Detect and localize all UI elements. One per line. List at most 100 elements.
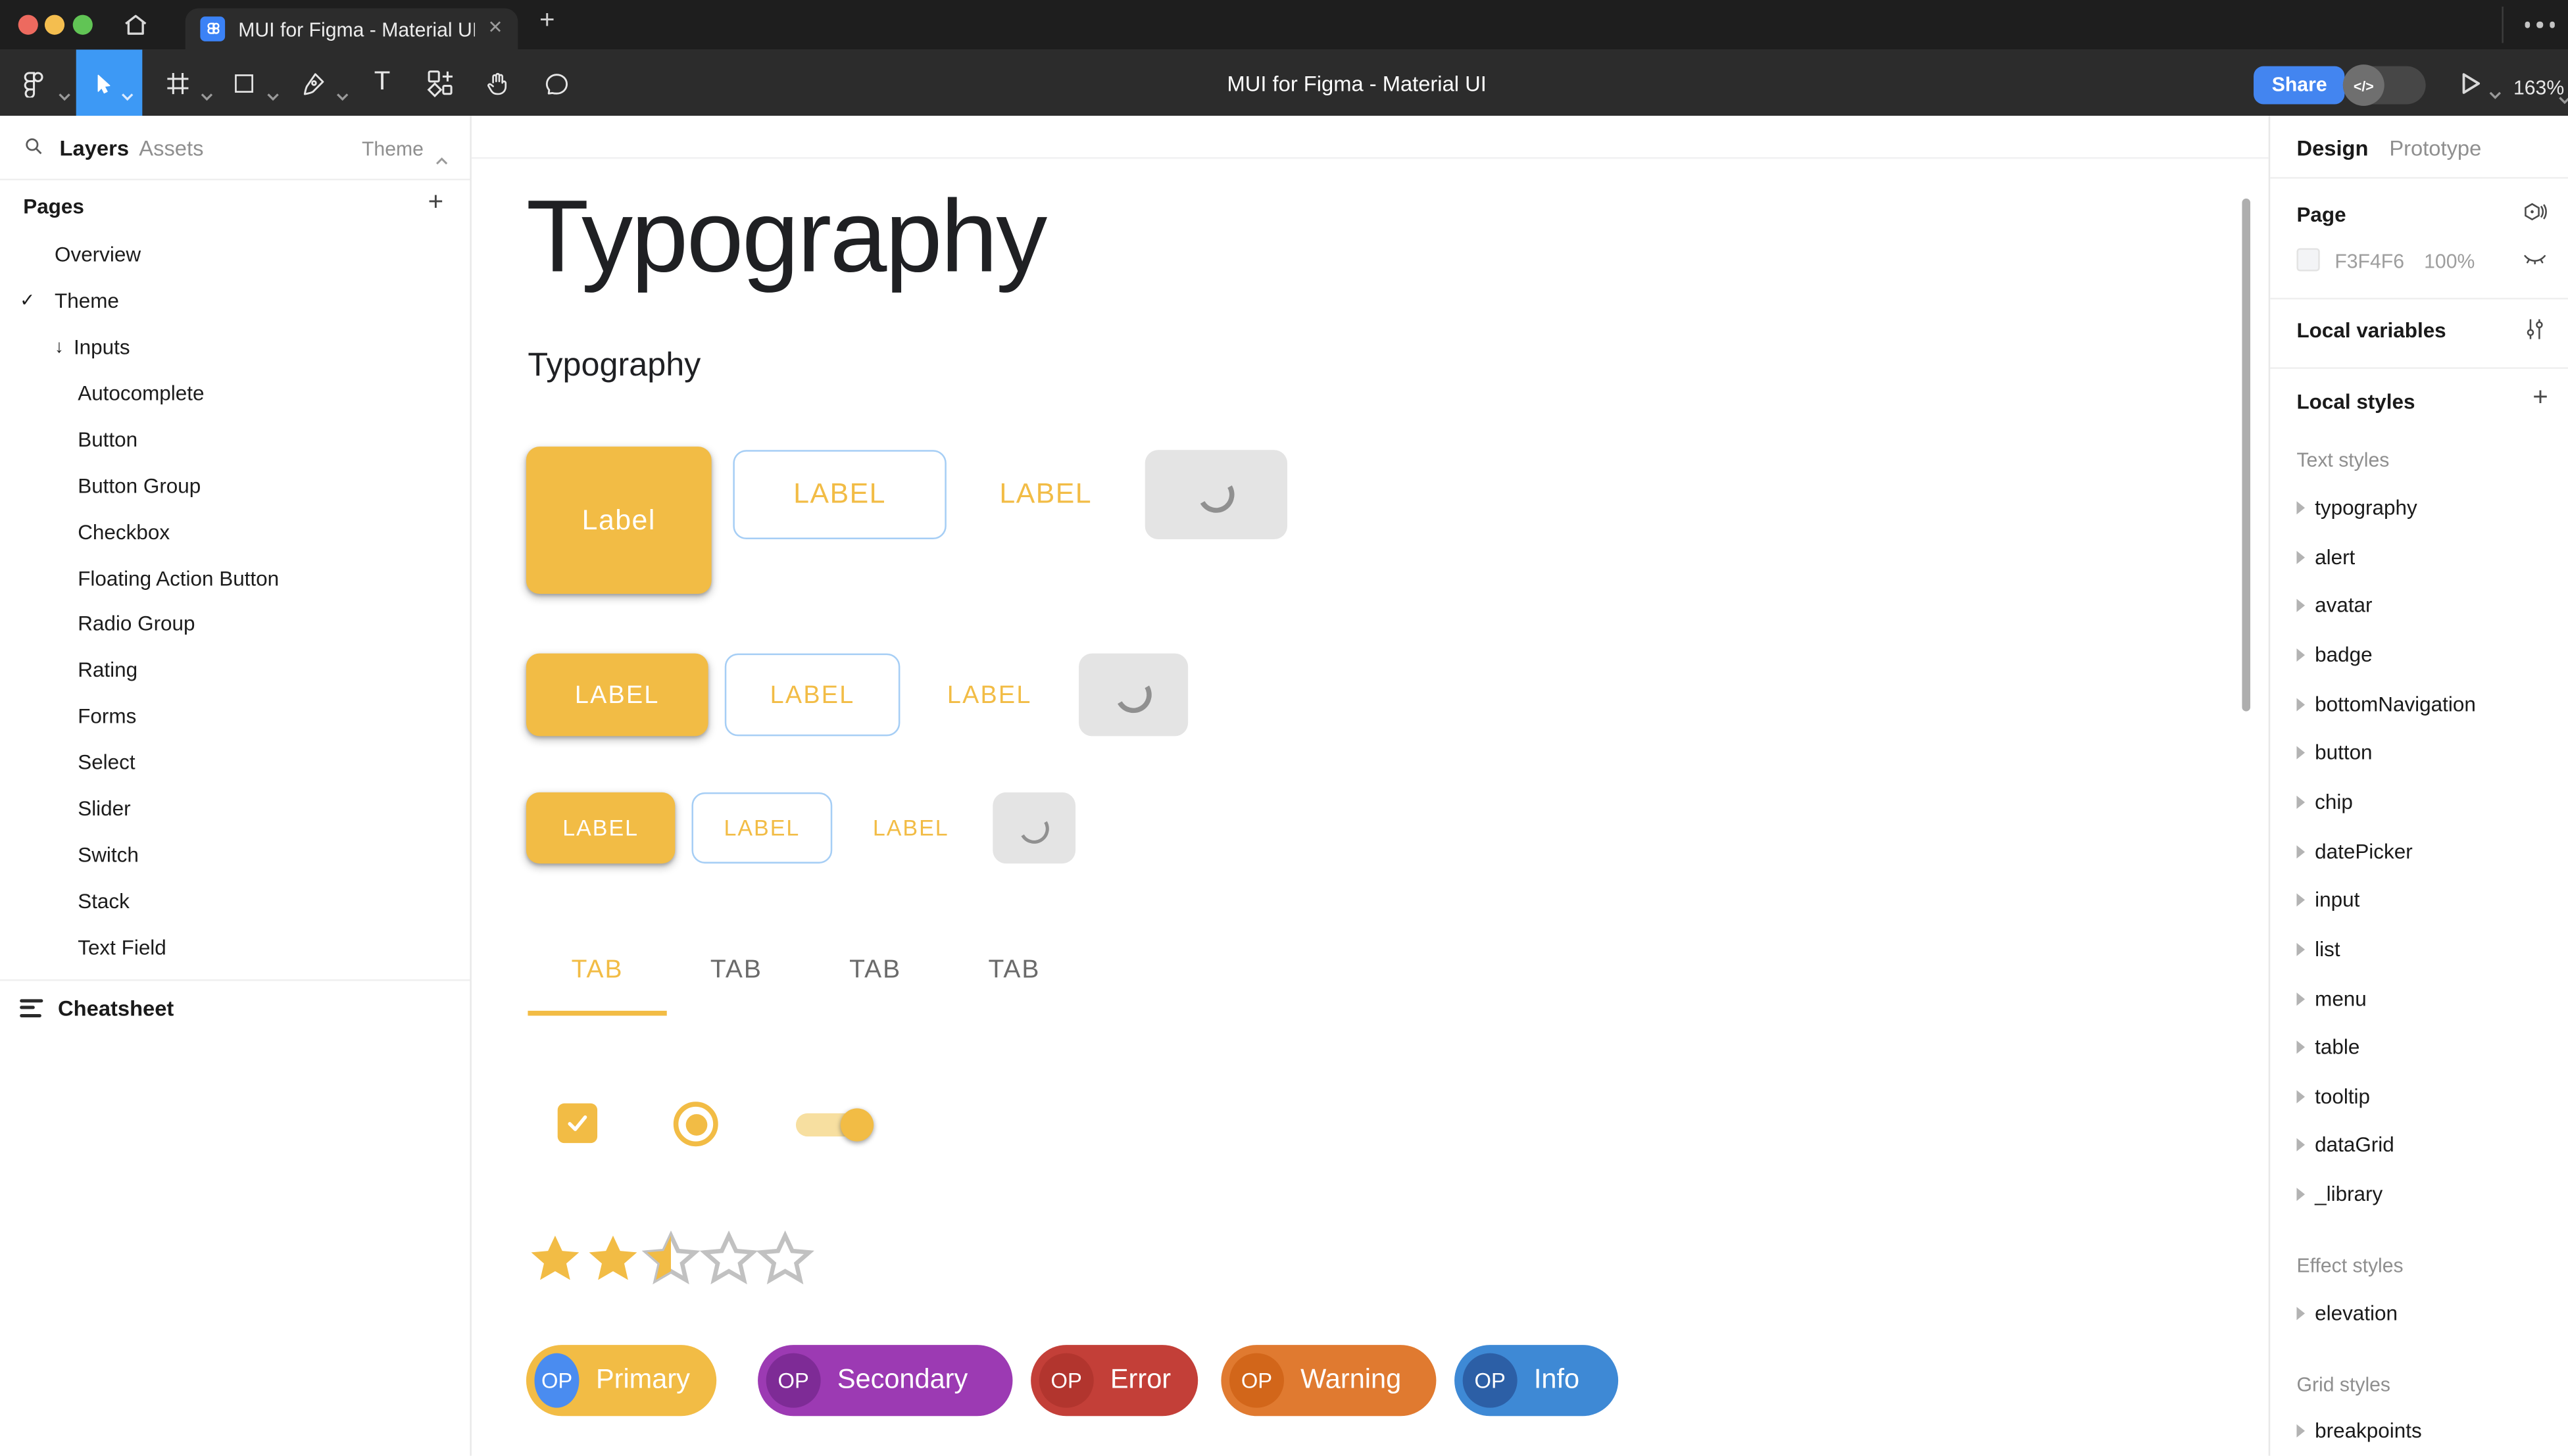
text-tool-button[interactable]: T [360,49,403,116]
frame-tool-button[interactable] [155,49,198,116]
sidebar-page-switch[interactable]: Switch [0,832,470,878]
text-button-medium[interactable]: LABEL [924,654,1056,737]
disclosure-caret-icon[interactable] [2296,1139,2305,1152]
tab-layers[interactable]: Layers [60,135,129,160]
tab-3[interactable]: TAB [806,943,945,998]
sidebar-page-select[interactable]: Select [0,740,470,786]
variables-icon[interactable] [2522,316,2548,351]
current-page-selector[interactable]: Theme [362,137,424,160]
present-button[interactable] [2459,71,2482,104]
text-style-bottomNavigation[interactable]: bottomNavigation [2270,683,2568,725]
text-style-chip[interactable]: chip [2270,781,2568,823]
search-icon[interactable] [23,135,45,165]
add-page-button[interactable]: + [428,189,444,218]
outlined-button-large[interactable]: LABEL [733,450,946,539]
local-variables-label[interactable]: Local variables [2296,319,2446,342]
contained-button-large[interactable]: Label [526,447,712,594]
tab-prototype[interactable]: Prototype [2389,135,2481,160]
chip-error[interactable]: OPError [1031,1345,1198,1416]
contained-button-medium[interactable]: LABEL [526,654,708,737]
figma-main-menu[interactable] [10,49,56,116]
close-window-button[interactable] [18,15,38,35]
text-style-tooltip[interactable]: tooltip [2270,1075,2568,1118]
frame-tool-chevron-icon[interactable] [200,80,213,109]
sidebar-page-slider[interactable]: Slider [0,786,470,832]
sidebar-page-rating[interactable]: Rating [0,647,470,693]
disclosure-caret-icon[interactable] [2296,894,2305,907]
star-1-full[interactable] [526,1231,584,1289]
sidebar-page-autocomplete[interactable]: Autocomplete [0,370,470,416]
disclosure-caret-icon[interactable] [2296,648,2305,662]
shape-tool-chevron-icon[interactable] [266,80,280,109]
text-style-list[interactable]: list [2270,928,2568,971]
effect-style-elevation[interactable]: elevation [2270,1292,2568,1335]
text-style-input[interactable]: input [2270,879,2568,921]
zoom-level[interactable]: 163% [2513,76,2564,99]
page-color-swatch[interactable] [2296,248,2319,271]
disclosure-caret-icon[interactable] [2296,1188,2305,1201]
new-tab-button[interactable]: + [539,7,555,36]
comment-tool-button[interactable] [534,49,577,116]
sidebar-page-checkbox[interactable]: Checkbox [0,509,470,555]
star-2-full[interactable] [584,1231,642,1289]
eye-closed-icon[interactable] [2522,245,2548,279]
chip-info[interactable]: OPInfo [1454,1345,1618,1416]
sidebar-page-theme[interactable]: ✓Theme [0,278,470,324]
star-3-half[interactable] [642,1231,700,1289]
chip-primary[interactable]: OPPrimary [526,1345,716,1416]
share-button[interactable]: Share [2254,66,2345,105]
tab-design[interactable]: Design [2296,135,2368,160]
text-button-small[interactable]: LABEL [849,792,973,863]
move-tool-button[interactable] [76,49,143,116]
zoom-chevron-icon[interactable] [2558,83,2568,112]
tab-1[interactable]: TAB [528,943,666,998]
disclosure-caret-icon[interactable] [2296,501,2305,514]
disclosure-caret-icon[interactable] [2296,942,2305,956]
chip-warning[interactable]: OPWarning [1221,1345,1436,1416]
star-4-empty[interactable] [700,1231,758,1289]
chip-secondary[interactable]: OPSecondary [758,1345,1012,1416]
contained-button-small[interactable]: LABEL [526,792,675,863]
outlined-button-small[interactable]: LABEL [691,792,832,863]
text-style-avatar[interactable]: avatar [2270,585,2568,627]
minimize-window-button[interactable] [45,15,64,35]
loading-button-large[interactable] [1145,450,1287,539]
window-overflow-menu-icon[interactable] [2524,22,2555,28]
page-color-opacity[interactable]: 100% [2424,250,2475,273]
home-icon[interactable] [122,12,149,47]
disclosure-caret-icon[interactable] [2296,992,2305,1005]
checkbox-checked[interactable] [558,1104,597,1143]
canvas-scrollbar[interactable] [2242,199,2250,712]
disclosure-caret-icon[interactable] [2296,1307,2305,1320]
text-style-datePicker[interactable]: datePicker [2270,830,2568,873]
page-color-hex[interactable]: F3F4F6 [2334,250,2404,273]
loading-button-small[interactable] [993,792,1075,863]
present-chevron-icon[interactable] [2488,78,2502,107]
resources-tool-button[interactable] [417,49,463,116]
component-actions-icon[interactable] [2522,200,2548,235]
design-canvas[interactable]: Typography Typography Label LABEL LABEL … [472,116,2269,1456]
tab-assets[interactable]: Assets [139,135,203,160]
grid-style-breakpoints[interactable]: breakpoints [2270,1409,2568,1452]
disclosure-caret-icon[interactable] [2296,1041,2305,1054]
tab-4[interactable]: TAB [945,943,1083,998]
sidebar-page-button-group[interactable]: Button Group [0,462,470,508]
text-style-_library[interactable]: _library [2270,1173,2568,1216]
sidebar-page-stack[interactable]: Stack [0,879,470,925]
menu-chevron-icon[interactable] [58,80,71,109]
move-tool-chevron-icon[interactable] [121,80,134,109]
sidebar-page-forms[interactable]: Forms [0,694,470,740]
pen-tool-chevron-icon[interactable] [336,80,349,109]
tab-2[interactable]: TAB [667,943,806,998]
sidebar-page-overview[interactable]: Overview [0,231,470,278]
disclosure-caret-icon[interactable] [2296,550,2305,564]
sidebar-page-text-field[interactable]: Text Field [0,925,470,971]
disclosure-caret-icon[interactable] [2296,1090,2305,1103]
document-tab[interactable]: MUI for Figma - Material UI ✕ [185,9,518,50]
text-style-dataGrid[interactable]: dataGrid [2270,1124,2568,1167]
disclosure-caret-icon[interactable] [2296,698,2305,711]
shape-tool-button[interactable] [222,49,264,116]
text-style-badge[interactable]: badge [2270,633,2568,676]
close-tab-icon[interactable]: ✕ [488,20,503,38]
outlined-button-medium[interactable]: LABEL [725,654,901,737]
